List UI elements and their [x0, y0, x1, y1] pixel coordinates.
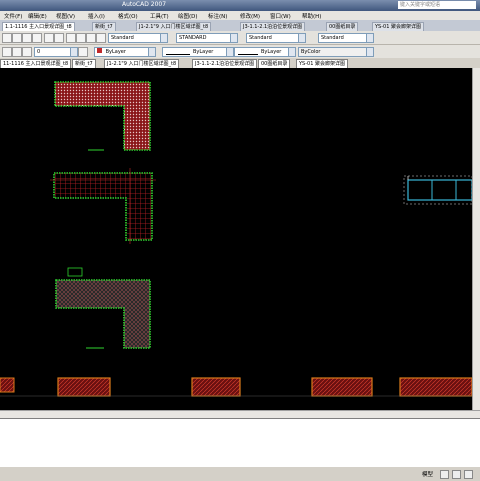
- mleader-style-select[interactable]: Standard: [318, 33, 374, 43]
- snap-icon[interactable]: [440, 470, 449, 479]
- model-label[interactable]: 模型: [422, 470, 433, 478]
- save-icon[interactable]: [22, 33, 32, 43]
- properties-toolbar: 0 ByLayer ByLayer ByLayer ByColor: [0, 45, 480, 59]
- redo-icon[interactable]: [54, 33, 64, 43]
- vertical-scrollbar[interactable]: [472, 68, 480, 410]
- color-swatch: [97, 48, 102, 53]
- print-icon[interactable]: [32, 33, 42, 43]
- linetype-value: ByLayer: [193, 49, 214, 55]
- linetype-swatch: [166, 54, 190, 55]
- menu-tools[interactable]: 工具(T): [150, 12, 169, 20]
- chevron-down-icon: [366, 34, 373, 42]
- menu-insert[interactable]: 插入(I): [88, 12, 105, 20]
- window-title: AutoCAD 2007: [122, 1, 167, 8]
- lineweight-value: ByLayer: [261, 49, 282, 55]
- help-search-input[interactable]: 键入关键字或短语: [398, 1, 476, 9]
- menu-edit[interactable]: 编辑(E): [28, 12, 47, 20]
- drawing-svg: [0, 81, 472, 397]
- dim-style-value: STANDARD: [179, 35, 207, 41]
- color-value: ByLayer: [105, 49, 126, 55]
- chevron-down-icon: [288, 48, 295, 56]
- zoom-icon[interactable]: [76, 33, 86, 43]
- chevron-down-icon: [226, 48, 233, 56]
- text-style-value: Standard: [111, 35, 134, 41]
- properties-icon[interactable]: [96, 33, 106, 43]
- chevron-down-icon: [298, 34, 305, 42]
- menu-help[interactable]: 帮助(H): [302, 12, 321, 20]
- dim-style-select[interactable]: STANDARD: [176, 33, 238, 43]
- zoom-window-icon[interactable]: [86, 33, 96, 43]
- match-icon[interactable]: [78, 47, 88, 57]
- lineweight-swatch: [238, 54, 258, 55]
- standard-toolbar: Standard STANDARD Standard Standard: [0, 31, 480, 45]
- elevation-row: [0, 377, 472, 397]
- grid-icon[interactable]: [452, 470, 461, 479]
- status-bar: 模型: [0, 466, 480, 481]
- layer-icon[interactable]: [2, 47, 12, 57]
- menu-draw[interactable]: 绘图(D): [178, 12, 198, 20]
- layer-select[interactable]: 0: [34, 47, 78, 57]
- pan-icon[interactable]: [66, 33, 76, 43]
- table-style-value: Standard: [249, 35, 272, 41]
- chevron-down-icon: [230, 34, 237, 42]
- menu-modify[interactable]: 修改(M): [240, 12, 260, 20]
- color-select[interactable]: ByLayer: [94, 47, 156, 57]
- section-frame: [403, 175, 472, 205]
- chevron-down-icon: [70, 48, 77, 56]
- plotstyle-value: ByColor: [301, 49, 321, 55]
- menu-view[interactable]: 视图(V): [56, 12, 75, 20]
- menu-dimension[interactable]: 标注(N): [208, 12, 227, 20]
- layer-value: 0: [37, 49, 41, 55]
- table-style-select[interactable]: Standard: [246, 33, 306, 43]
- document-tab-strip: 1.1-1116 主入口景观详图_t8 新街_t7 J1-2.1"9 入口门楼区…: [0, 20, 480, 32]
- undo-icon[interactable]: [44, 33, 54, 43]
- title-bar: AutoCAD 2007 键入关键字或短语: [0, 0, 480, 11]
- chevron-down-icon: [160, 34, 167, 42]
- drawing-canvas[interactable]: [0, 68, 472, 410]
- menu-window[interactable]: 窗口(W): [270, 12, 291, 20]
- ortho-icon[interactable]: [464, 470, 473, 479]
- lineweight-select[interactable]: ByLayer: [234, 47, 296, 57]
- chevron-down-icon: [148, 48, 155, 56]
- command-line[interactable]: [0, 418, 480, 467]
- linetype-select[interactable]: ByLayer: [162, 47, 234, 57]
- plotstyle-select[interactable]: ByColor: [298, 47, 374, 57]
- new-icon[interactable]: [2, 33, 12, 43]
- open-icon[interactable]: [12, 33, 22, 43]
- plan-detail-3: [55, 267, 151, 349]
- menu-file[interactable]: 文件(F): [4, 12, 22, 20]
- chevron-down-icon: [366, 48, 373, 56]
- sun-icon[interactable]: [22, 47, 32, 57]
- bulb-icon[interactable]: [12, 47, 22, 57]
- mleader-style-value: Standard: [321, 35, 344, 41]
- menu-format[interactable]: 格式(O): [118, 12, 138, 20]
- text-style-select[interactable]: Standard: [108, 33, 168, 43]
- plan-detail-2: [50, 168, 156, 244]
- plan-detail-1: [54, 81, 151, 151]
